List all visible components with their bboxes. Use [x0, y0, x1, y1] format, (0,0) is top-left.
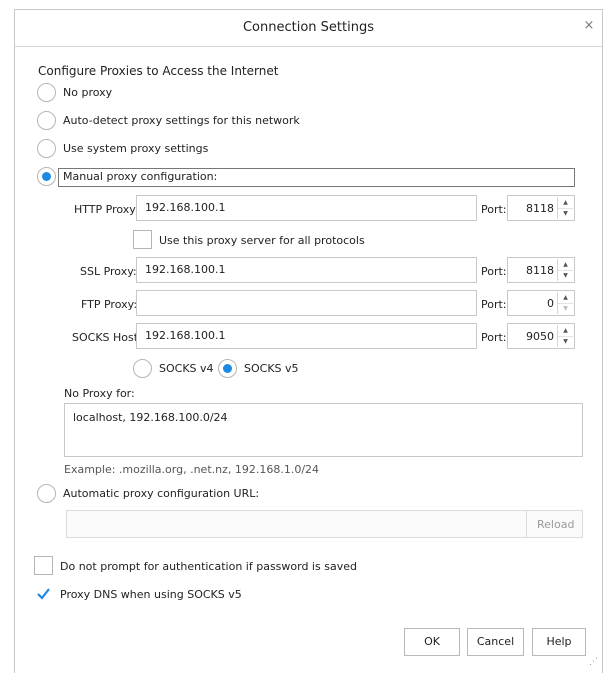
auto-config-url-label[interactable]: Automatic proxy configuration URL:	[63, 487, 259, 500]
ftp-port-arrows[interactable]: ▲ ▼	[557, 292, 573, 314]
socks-v5-radio[interactable]	[218, 359, 237, 378]
ssl-port-value: 8118	[526, 264, 554, 277]
ssl-port-label: Port:	[481, 265, 507, 278]
use-for-all-checkbox[interactable]	[133, 230, 152, 249]
no-prompt-auth-checkbox[interactable]	[34, 556, 53, 575]
caret-down-icon[interactable]: ▼	[558, 336, 573, 347]
ftp-proxy-label: FTP Proxy:	[81, 298, 138, 311]
system-proxy-label[interactable]: Use system proxy settings	[63, 142, 208, 155]
socks-port-label: Port:	[481, 331, 507, 344]
no-proxy-for-textarea[interactable]: localhost, 192.168.100.0/24	[64, 403, 583, 457]
ftp-port-value: 0	[547, 297, 554, 310]
auto-detect-label[interactable]: Auto-detect proxy settings for this netw…	[63, 114, 300, 127]
no-proxy-radio[interactable]	[37, 83, 56, 102]
close-icon[interactable]: ×	[582, 19, 596, 33]
socks-port-arrows[interactable]: ▲ ▼	[557, 325, 573, 347]
section-heading: Configure Proxies to Access the Internet	[38, 64, 279, 78]
no-proxy-example: Example: .mozilla.org, .net.nz, 192.168.…	[64, 463, 320, 476]
checkmark-icon	[37, 588, 50, 600]
resize-grip-icon[interactable]: ⋰	[589, 657, 598, 667]
socks-v4-label[interactable]: SOCKS v4	[159, 362, 214, 375]
ssl-port-stepper[interactable]: 8118 ▲ ▼	[507, 257, 575, 283]
manual-proxy-radio[interactable]	[37, 167, 56, 186]
auto-config-url-input[interactable]	[66, 510, 583, 538]
http-port-arrows[interactable]: ▲ ▼	[557, 197, 573, 219]
ftp-proxy-input[interactable]	[136, 290, 477, 316]
socks-v5-label[interactable]: SOCKS v5	[244, 362, 299, 375]
http-proxy-label: HTTP Proxy:	[74, 203, 139, 216]
ssl-port-arrows[interactable]: ▲ ▼	[557, 259, 573, 281]
caret-down-icon[interactable]: ▼	[558, 270, 573, 281]
ftp-port-stepper[interactable]: 0 ▲ ▼	[507, 290, 575, 316]
ftp-port-label: Port:	[481, 298, 507, 311]
ssl-proxy-input[interactable]: 192.168.100.1	[136, 257, 477, 283]
proxy-dns-label[interactable]: Proxy DNS when using SOCKS v5	[60, 588, 242, 601]
cancel-button[interactable]: Cancel	[467, 628, 524, 656]
help-button[interactable]: Help	[532, 628, 586, 656]
reload-button[interactable]: Reload	[537, 518, 574, 531]
no-proxy-for-label: No Proxy for:	[64, 387, 135, 400]
title-bar: Connection Settings ×	[15, 10, 602, 47]
caret-down-icon[interactable]: ▼	[558, 208, 573, 219]
auto-config-url-radio[interactable]	[37, 484, 56, 503]
system-proxy-radio[interactable]	[37, 139, 56, 158]
http-port-label: Port:	[481, 203, 507, 216]
socks-v4-radio[interactable]	[133, 359, 152, 378]
http-port-stepper[interactable]: 8118 ▲ ▼	[507, 195, 575, 221]
use-for-all-label[interactable]: Use this proxy server for all protocols	[159, 234, 365, 247]
socks-host-input[interactable]: 192.168.100.1	[136, 323, 477, 349]
http-port-value: 8118	[526, 202, 554, 215]
ok-button[interactable]: OK	[404, 628, 460, 656]
caret-down-icon[interactable]: ▼	[558, 303, 573, 314]
auto-detect-radio[interactable]	[37, 111, 56, 130]
no-prompt-auth-label[interactable]: Do not prompt for authentication if pass…	[60, 560, 357, 573]
reload-divider	[526, 511, 527, 537]
http-proxy-input[interactable]: 192.168.100.1	[136, 195, 477, 221]
socks-port-value: 9050	[526, 330, 554, 343]
manual-proxy-label[interactable]: Manual proxy configuration:	[63, 170, 217, 183]
no-proxy-label[interactable]: No proxy	[63, 86, 112, 99]
ssl-proxy-label: SSL Proxy:	[80, 265, 137, 278]
proxy-dns-checkbox[interactable]	[34, 584, 53, 603]
socks-port-stepper[interactable]: 9050 ▲ ▼	[507, 323, 575, 349]
dialog-title: Connection Settings	[242, 20, 374, 35]
socks-host-label: SOCKS Host:	[72, 331, 142, 344]
